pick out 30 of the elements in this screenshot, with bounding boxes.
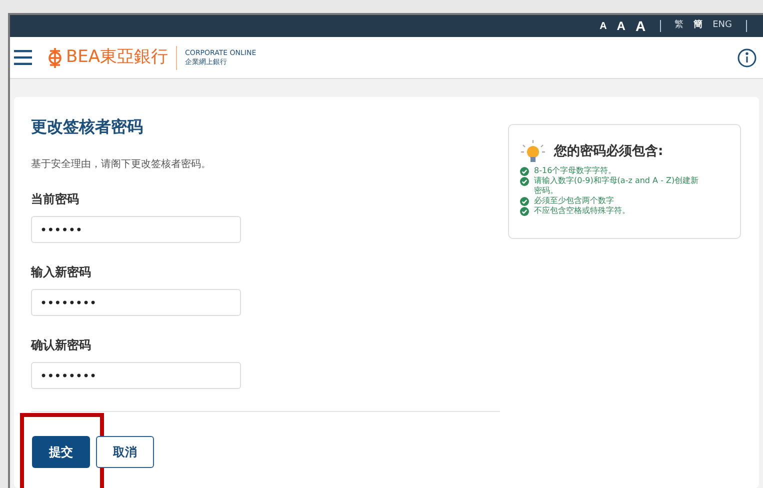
font-size-button[interactable]: A: [616, 17, 626, 35]
page-title: 更改签核者密码: [31, 116, 144, 138]
field-label: 当前密码: [31, 191, 80, 207]
rule-text: 请输入数字(0-9)和字母(a-z and A - Z)创建新密码。: [534, 176, 699, 196]
field-label: 确认新密码: [31, 337, 92, 353]
rules-title: 您的密码必须包含:: [554, 142, 664, 162]
logo-icon: [47, 46, 63, 68]
submit-button[interactable]: 提交: [32, 436, 90, 468]
password-field[interactable]: ••••••••: [31, 289, 241, 316]
check-icon: [520, 167, 529, 176]
rule-text: 8-16个字母数字字符。: [534, 166, 618, 176]
intro-text: 基于安全理由，请阁下更改签核者密码。: [31, 158, 212, 172]
password-field[interactable]: ••••••: [31, 216, 241, 243]
brand-name: BEA東亞銀行: [66, 46, 168, 69]
lightbulb-icon: [520, 139, 546, 165]
check-icon: [520, 177, 529, 186]
field-label: 输入新密码: [31, 264, 92, 280]
cancel-button[interactable]: 取消: [96, 436, 154, 468]
language-button[interactable]: ENG: [712, 19, 732, 33]
font-size-button[interactable]: A: [635, 16, 646, 36]
check-icon: [520, 207, 529, 216]
rule-text: 必须至少包含两个数字: [534, 196, 615, 206]
language-button[interactable]: 簡: [694, 19, 703, 33]
password-field[interactable]: ••••••••: [31, 362, 241, 389]
info-icon[interactable]: [737, 48, 757, 68]
check-icon: [520, 197, 529, 206]
font-size-button[interactable]: A: [600, 18, 607, 34]
menu-icon[interactable]: [14, 50, 32, 65]
language-button[interactable]: 繁: [674, 19, 684, 33]
rule-text: 不应包含空格或特殊字符。: [534, 206, 631, 216]
